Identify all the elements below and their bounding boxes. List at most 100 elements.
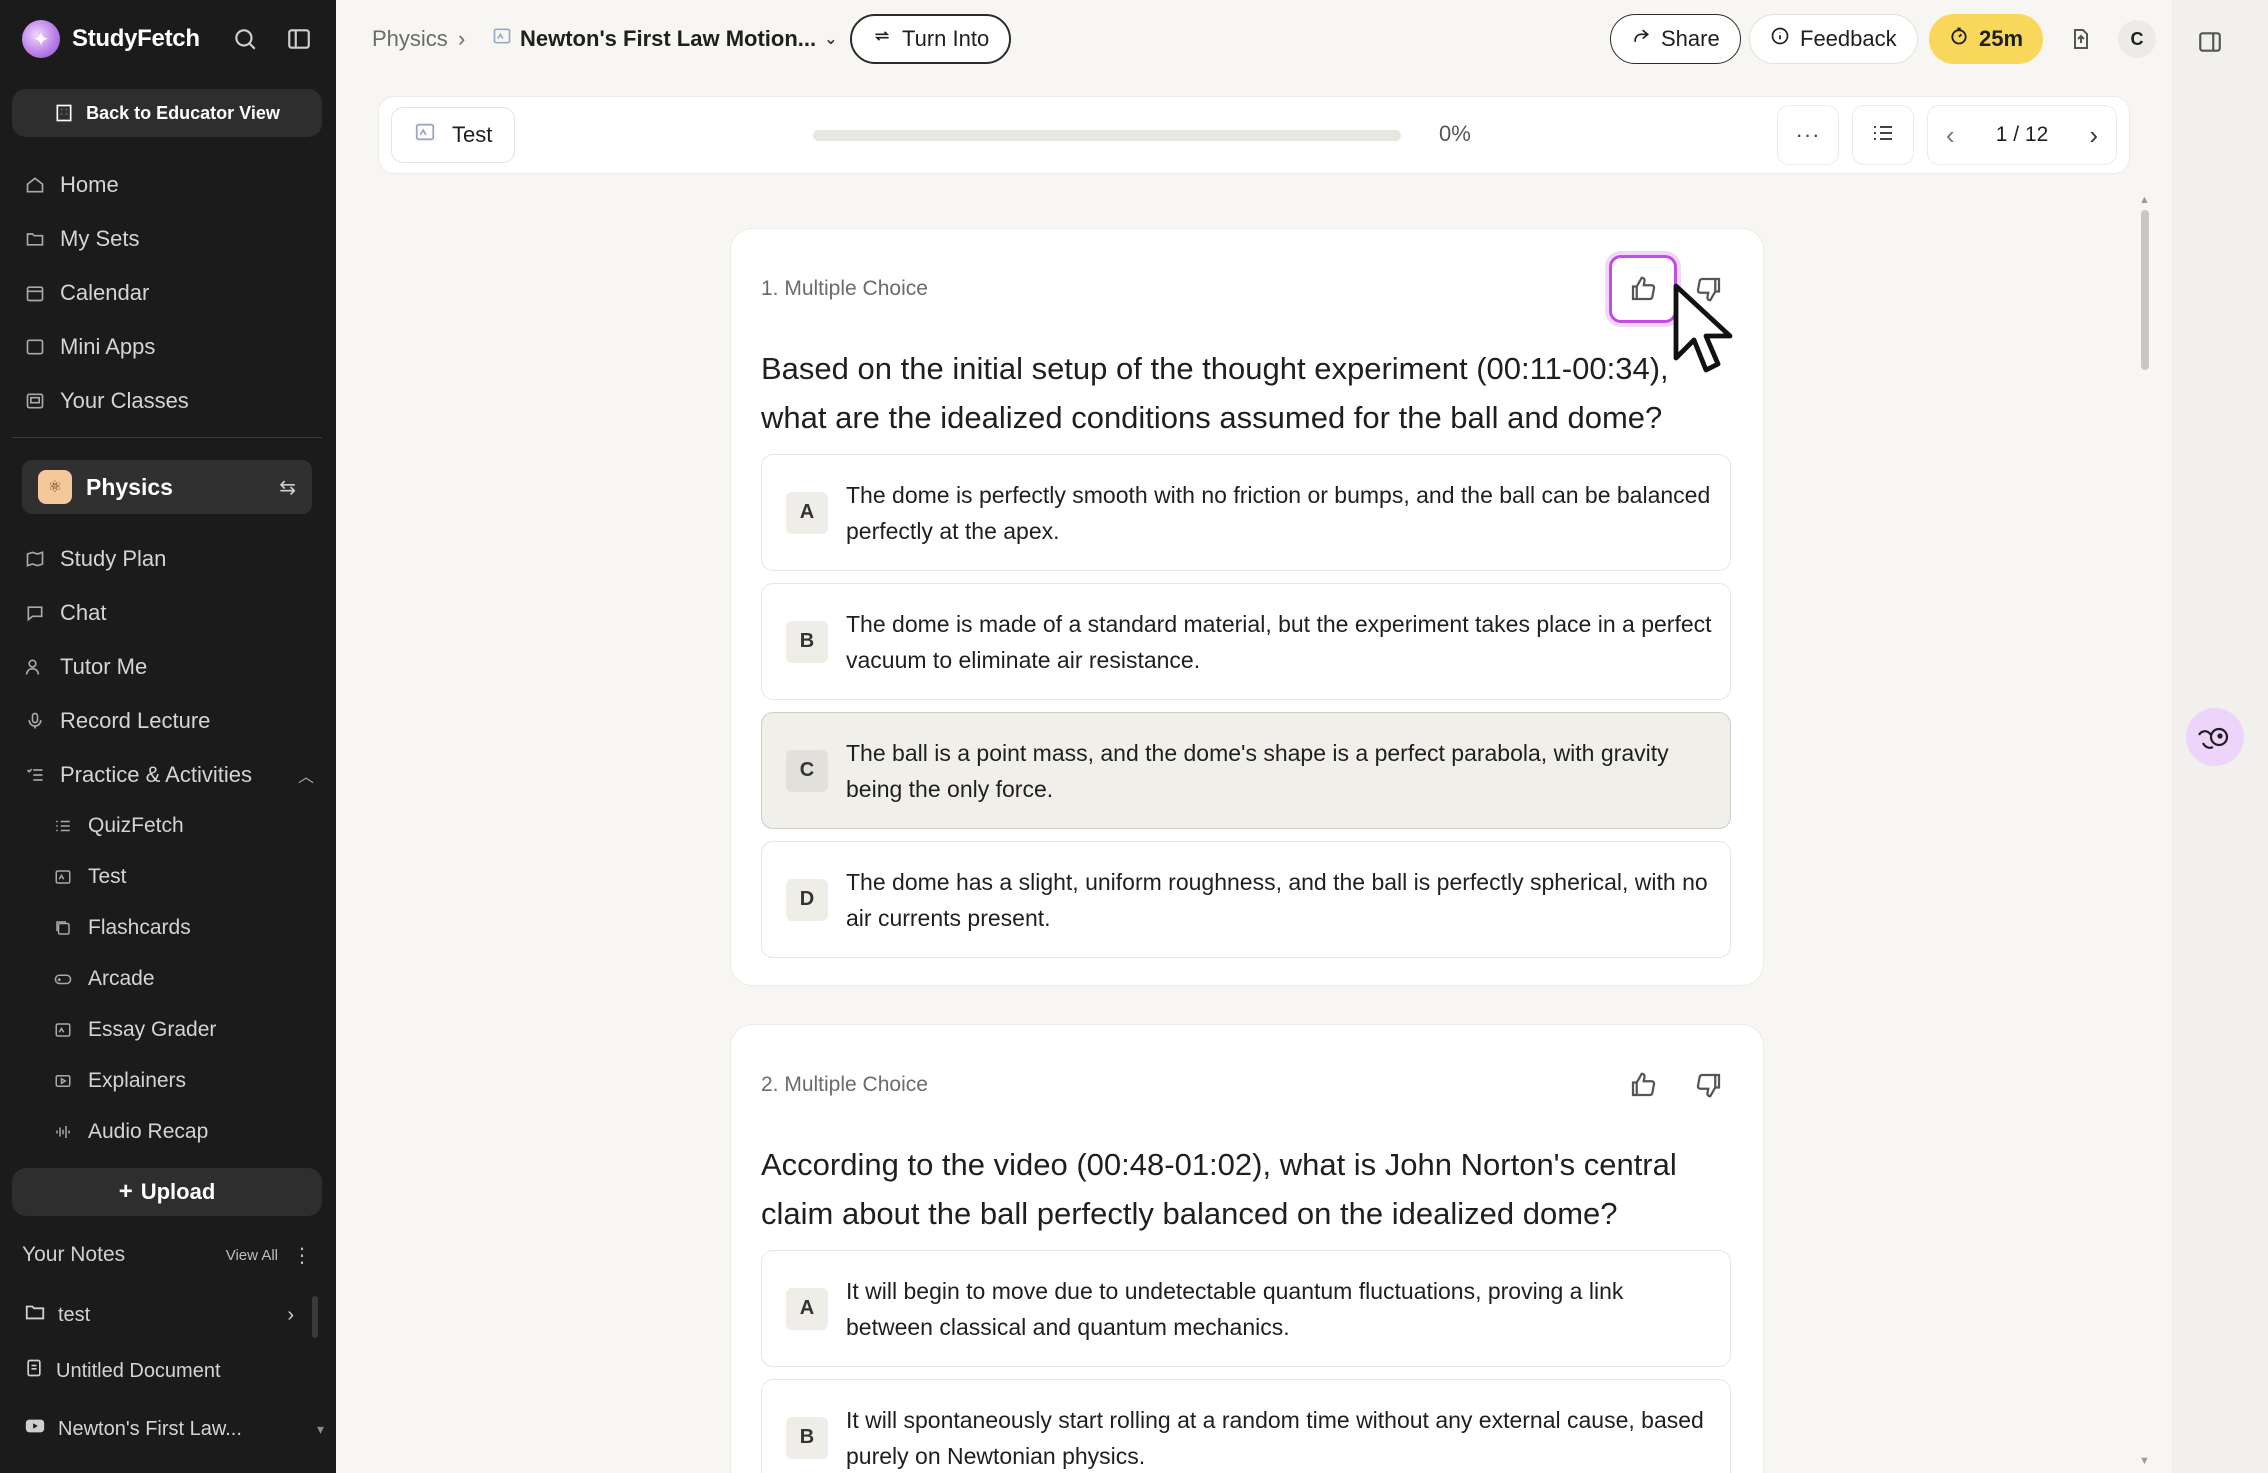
nav-explainers-label: Explainers [88, 1069, 187, 1092]
search-icon[interactable] [230, 24, 260, 54]
timer-button[interactable]: 25m [1929, 14, 2044, 64]
nav-quizfetch-label: QuizFetch [88, 814, 184, 837]
share-label: Share [1661, 26, 1720, 51]
more-vertical-icon[interactable]: ⋮ [292, 1243, 312, 1268]
building-icon [56, 104, 72, 122]
feedback-label: Feedback [1800, 26, 1897, 51]
option-letter: B [786, 1416, 828, 1459]
nav-record-lecture-label: Record Lecture [60, 708, 211, 733]
nav-flashcards[interactable]: Flashcards [52, 908, 191, 948]
main-scrollbar-thumb[interactable] [2141, 210, 2149, 370]
test-toolbar: Test 0% ··· ‹ 1 / 12 › [378, 96, 2130, 174]
option-letter: A [786, 491, 828, 534]
nav-calendar-label: Calendar [60, 280, 150, 305]
thumbs-up-button[interactable] [1609, 255, 1677, 323]
more-options-button[interactable]: ··· [1777, 105, 1839, 165]
nav-explainers[interactable]: Explainers [52, 1061, 186, 1101]
thumbs-up-button[interactable] [1609, 1051, 1677, 1119]
question-type-label: 1. Multiple Choice [761, 277, 928, 300]
next-question-chevron-right-icon[interactable]: › [2089, 120, 2098, 151]
answer-option-c[interactable]: C The ball is a point mass, and the dome… [761, 712, 1731, 829]
progress-bar [813, 130, 1401, 141]
note-newtons-first-law[interactable]: Newton's First Law... ▾ [24, 1411, 324, 1447]
ai-assistant-mascot-icon[interactable] [2186, 708, 2244, 766]
question-list-button[interactable] [1852, 105, 1914, 165]
nav-home[interactable]: Home [24, 165, 119, 205]
test-tab[interactable]: Test [391, 107, 516, 163]
nav-arcade[interactable]: Arcade [52, 959, 155, 999]
toggle-right-panel-icon[interactable] [2192, 24, 2228, 60]
cards-icon [52, 917, 74, 939]
note-folder-label: test [58, 1303, 91, 1326]
nav-quizfetch[interactable]: QuizFetch [52, 806, 184, 846]
sidebar-divider [12, 437, 322, 438]
answer-option-a[interactable]: A The dome is perfectly smooth with no f… [761, 454, 1731, 571]
question-card-2: 2. Multiple Choice According to the vide… [730, 1024, 1764, 1473]
thumbs-up-icon [1631, 1072, 1656, 1097]
map-icon [24, 548, 46, 570]
back-to-educator-view-button[interactable]: Back to Educator View [12, 89, 322, 137]
answer-option-b[interactable]: B It will spontaneously start rolling at… [761, 1379, 1731, 1473]
breadcrumb-current[interactable]: Newton's First Law Motion... ⌄ [492, 20, 838, 58]
back-button-label: Back to Educator View [86, 102, 280, 123]
scroll-down-arrow-icon[interactable]: ▼ [2139, 1455, 2150, 1467]
nav-audio-recap[interactable]: Audio Recap [52, 1112, 208, 1152]
answer-option-b[interactable]: B The dome is made of a standard materia… [761, 583, 1731, 700]
calendar-icon [24, 282, 46, 304]
pager-text: 1 / 12 [1995, 123, 2049, 146]
note-folder-test[interactable]: test › [24, 1297, 294, 1333]
notes-view-all-link[interactable]: View All [226, 1247, 278, 1264]
progress-percent: 0% [1439, 121, 1471, 146]
nav-calendar[interactable]: Calendar [24, 273, 149, 313]
breadcrumb-title: Newton's First Law Motion... [520, 26, 817, 51]
youtube-icon [24, 1415, 46, 1443]
thumbs-down-button[interactable] [1675, 255, 1743, 323]
share-button[interactable]: Share [1610, 14, 1741, 64]
feedback-button[interactable]: Feedback [1749, 14, 1918, 64]
thumbs-down-button[interactable] [1675, 1051, 1743, 1119]
answer-option-d[interactable]: D The dome has a slight, uniform roughne… [761, 841, 1731, 958]
class-avatar-icon: ⚛ [38, 470, 72, 504]
chevron-up-icon[interactable]: ︿ [298, 763, 314, 787]
folder-icon [24, 1301, 46, 1329]
brand[interactable]: ✦ StudyFetch [22, 19, 200, 59]
notes-header: Your Notes View All ⋮ [22, 1240, 312, 1270]
scroll-up-arrow-icon[interactable]: ▲ [2139, 194, 2150, 206]
option-text: The dome is made of a standard material,… [846, 610, 1712, 673]
user-avatar[interactable]: C [2118, 20, 2156, 58]
nav-your-classes[interactable]: Your Classes [24, 381, 189, 421]
nav-mini-apps[interactable]: Mini Apps [24, 327, 155, 367]
nav-essay-grader[interactable]: Essay Grader [52, 1010, 216, 1050]
app-window-icon [24, 336, 46, 358]
option-text: It will spontaneously start rolling at a… [846, 1406, 1704, 1469]
question-text: According to the video (00:48-01:02), wh… [761, 1147, 1677, 1231]
note-untitled-document[interactable]: Untitled Document [24, 1353, 294, 1389]
audio-wave-icon [52, 1121, 74, 1143]
nav-practice-activities[interactable]: Practice & Activities ︿ [24, 755, 314, 795]
upload-button[interactable]: + Upload [12, 1168, 322, 1216]
nav-record-lecture[interactable]: Record Lecture [24, 701, 210, 741]
nav-my-sets[interactable]: My Sets [24, 219, 139, 259]
chevron-down-icon: ▾ [316, 1420, 324, 1437]
nav-chat[interactable]: Chat [24, 593, 106, 633]
more-horizontal-icon: ··· [1795, 122, 1821, 147]
breadcrumb-root[interactable]: Physics [372, 20, 448, 58]
nav-tutor-me[interactable]: Tutor Me [24, 647, 147, 687]
current-class-switcher[interactable]: ⚛ Physics ⇆ [22, 460, 312, 514]
nav-study-plan[interactable]: Study Plan [24, 539, 166, 579]
nav-arcade-label: Arcade [88, 967, 155, 990]
turn-into-button[interactable]: Turn Into [850, 14, 1012, 64]
list-icon [1871, 121, 1895, 150]
answer-option-a[interactable]: A It will begin to move due to undetecta… [761, 1250, 1731, 1367]
notes-scrollbar[interactable] [312, 1296, 318, 1338]
question-text: Based on the initial setup of the though… [761, 351, 1669, 435]
export-file-icon[interactable] [2064, 22, 2098, 56]
note-newtons-label: Newton's First Law... [58, 1417, 242, 1440]
option-text: The dome has a slight, uniform roughness… [846, 868, 1708, 931]
nav-test[interactable]: Test [52, 857, 127, 897]
collapse-sidebar-icon[interactable] [284, 24, 314, 54]
previous-question-chevron-left-icon[interactable]: ‹ [1946, 120, 1955, 151]
essay-icon [52, 1019, 74, 1041]
option-letter: D [786, 878, 828, 921]
notes-title: Your Notes [22, 1243, 126, 1266]
